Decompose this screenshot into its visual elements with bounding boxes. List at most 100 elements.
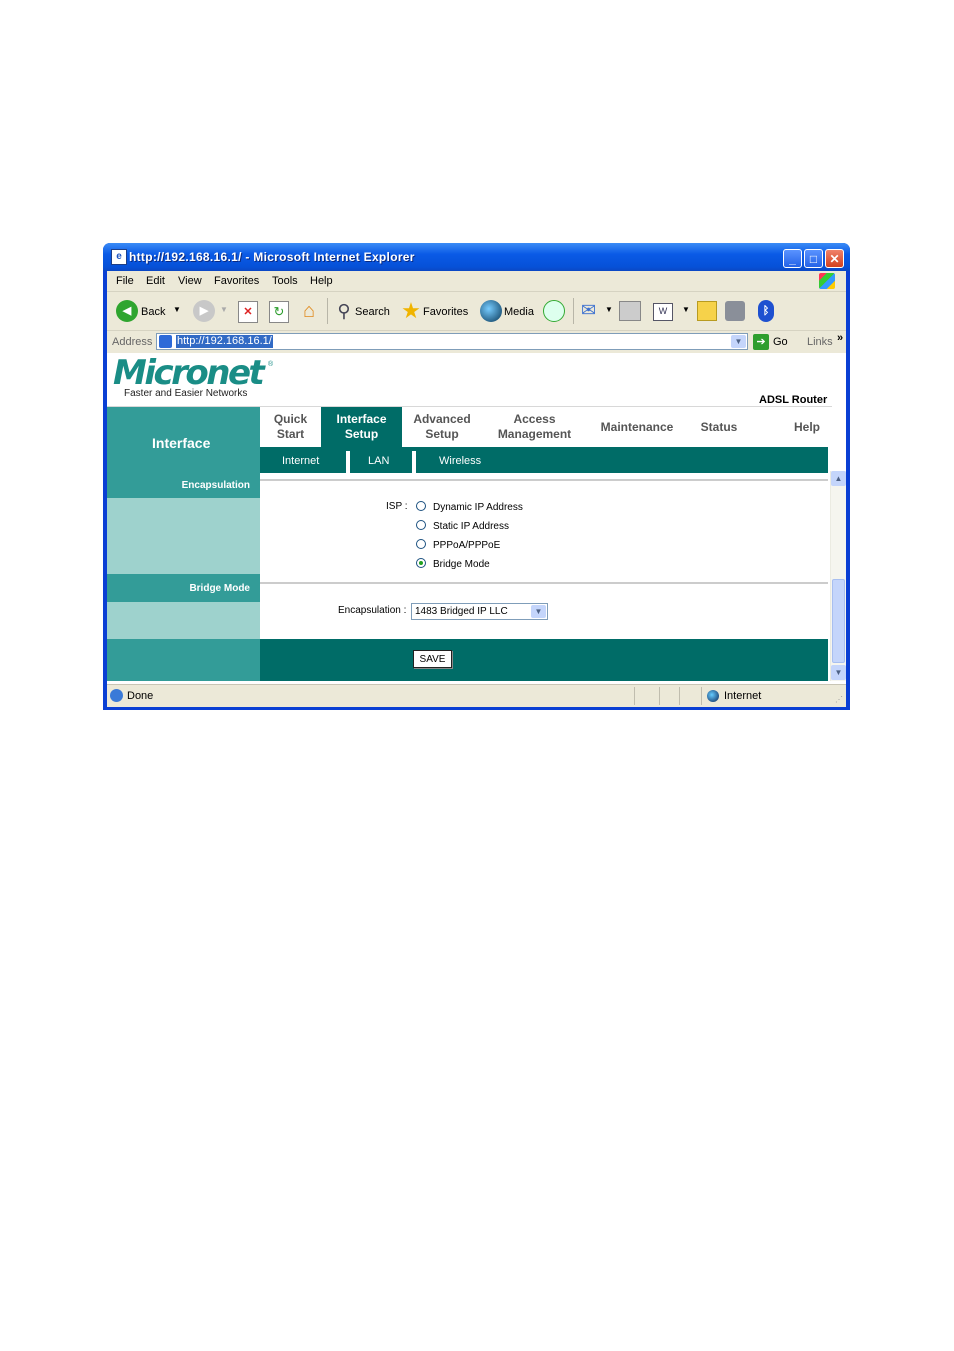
maximize-button[interactable]: □ (804, 249, 823, 268)
radio-label[interactable]: Bridge Mode (433, 559, 490, 570)
nav-maintenance[interactable]: Maintenance (593, 420, 681, 435)
links-label[interactable]: Links (807, 336, 833, 348)
mail-icon[interactable]: ✉ (581, 301, 603, 319)
bluetooth-icon[interactable]: ᛒ (758, 300, 774, 322)
address-label: Address (112, 336, 153, 348)
radio-label[interactable]: PPPoA/PPPoE (433, 540, 500, 551)
product-name: ADSL Router (759, 394, 828, 406)
side-panel (107, 639, 260, 681)
links-chevron-icon[interactable]: » (837, 332, 843, 344)
minimize-button[interactable]: _ (783, 249, 802, 268)
scroll-thumb[interactable] (832, 579, 845, 663)
radio-dynamic-ip[interactable] (416, 501, 426, 511)
chevron-down-icon[interactable]: ▼ (531, 605, 546, 618)
encapsulation-field-label: Encapsulation : (338, 605, 407, 616)
menu-help[interactable]: Help (310, 275, 333, 287)
internet-zone-icon (707, 690, 719, 702)
edit-dropdown-icon[interactable]: ▼ (682, 305, 690, 314)
save-bar (260, 639, 828, 681)
sub-navigation: Internet LAN Wireless (260, 447, 828, 473)
nav-quick-start[interactable]: Quick Start (260, 412, 321, 442)
scroll-down-icon[interactable]: ▼ (831, 665, 846, 680)
menu-file[interactable]: File (116, 275, 134, 287)
back-dropdown-icon[interactable]: ▼ (173, 305, 181, 314)
go-button[interactable]: Go (773, 336, 788, 348)
stop-icon[interactable]: ✕ (238, 301, 258, 323)
mail-dropdown-icon[interactable]: ▼ (605, 305, 613, 314)
back-button[interactable]: Back (141, 306, 165, 318)
nav-label: Start (276, 427, 305, 441)
bridge-mode-section-label: Bridge Mode (189, 583, 250, 594)
subnav-internet[interactable]: Internet (282, 455, 319, 467)
micronet-logo: Micronet (113, 353, 265, 393)
forward-dropdown-icon[interactable]: ▼ (220, 305, 228, 314)
status-bar: Done Internet ⋰ (107, 684, 846, 707)
menu-favorites[interactable]: Favorites (214, 275, 259, 287)
status-separator (701, 687, 702, 705)
history-icon[interactable] (543, 300, 565, 322)
side-panel (107, 498, 260, 574)
nav-help[interactable]: Help (783, 420, 831, 435)
close-button[interactable]: ✕ (825, 249, 844, 268)
title-bar[interactable]: e http://192.168.16.1/ - Microsoft Inter… (103, 243, 850, 271)
print-icon[interactable] (619, 301, 641, 321)
section-divider (260, 479, 828, 481)
forward-icon[interactable]: ▶ (193, 300, 215, 322)
resize-grip-icon[interactable]: ⋰ (835, 695, 843, 704)
menu-edit[interactable]: Edit (146, 275, 165, 287)
vertical-scrollbar[interactable]: ▲ ▼ (830, 471, 846, 681)
search-button[interactable]: Search (355, 306, 390, 318)
scroll-up-icon[interactable]: ▲ (831, 471, 846, 486)
security-zone: Internet (724, 690, 762, 702)
messenger-icon[interactable] (725, 301, 745, 321)
side-panel (107, 602, 260, 639)
nav-label: Advanced (413, 412, 471, 426)
nav-label: Setup (425, 427, 459, 441)
favorites-button[interactable]: Favorites (423, 306, 468, 318)
address-input[interactable]: http://192.168.16.1/ ▼ (156, 333, 748, 350)
nav-label: Quick (273, 412, 308, 426)
subnav-lan[interactable]: LAN (368, 455, 389, 467)
encapsulation-select[interactable]: 1483 Bridged IP LLC ▼ (411, 603, 548, 620)
save-button[interactable]: SAVE (413, 650, 452, 668)
address-dropdown-icon[interactable]: ▼ (731, 335, 746, 348)
discuss-icon[interactable] (697, 301, 717, 321)
search-icon[interactable]: ⚲ (333, 300, 355, 322)
nav-advanced-setup[interactable]: Advanced Setup (405, 412, 479, 442)
status-text: Done (127, 690, 154, 702)
menu-tools[interactable]: Tools (272, 275, 298, 287)
media-button[interactable]: Media (504, 306, 534, 318)
radio-pppoa-pppoe[interactable] (416, 539, 426, 549)
toolbar-separator (573, 298, 574, 324)
nav-interface-setup[interactable]: Interface Setup (321, 412, 402, 442)
favorites-icon[interactable]: ★ (399, 299, 423, 323)
page-content: Micronet ® Faster and Easier Networks AD… (107, 353, 846, 684)
status-separator (659, 687, 660, 705)
radio-label[interactable]: Dynamic IP Address (433, 502, 523, 513)
toolbar: ◀ Back ▼ ▶ ▼ ✕ ↻ ⌂ ⚲ Search ★ Favorites … (107, 292, 846, 331)
radio-static-ip[interactable] (416, 520, 426, 530)
section-header: Interface (107, 407, 260, 473)
status-separator (634, 687, 635, 705)
home-icon[interactable]: ⌂ (298, 300, 320, 322)
subnav-wireless[interactable]: Wireless (439, 455, 481, 467)
menu-view[interactable]: View (178, 275, 202, 287)
nav-label: Access (513, 412, 556, 426)
menu-bar: File Edit View Favorites Tools Help (107, 271, 846, 292)
nav-access-management[interactable]: Access Management (487, 412, 582, 442)
page-icon (159, 335, 172, 348)
browser-window: e http://192.168.16.1/ - Microsoft Inter… (103, 243, 850, 710)
media-icon[interactable] (480, 300, 502, 322)
edit-word-icon[interactable]: W (653, 303, 673, 321)
radio-bridge-mode[interactable] (416, 558, 426, 568)
radio-label[interactable]: Static IP Address (433, 521, 509, 532)
address-bar: Address http://192.168.16.1/ ▼ ➔ Go Link… (107, 331, 846, 353)
isp-label: ISP : (386, 501, 408, 512)
section-title: Interface (152, 435, 211, 451)
address-url[interactable]: http://192.168.16.1/ (176, 335, 273, 348)
go-arrow-icon[interactable]: ➔ (753, 334, 769, 350)
back-icon[interactable]: ◀ (116, 300, 138, 322)
subnav-separator (412, 451, 416, 473)
nav-status[interactable]: Status (692, 420, 746, 435)
refresh-icon[interactable]: ↻ (269, 301, 289, 323)
